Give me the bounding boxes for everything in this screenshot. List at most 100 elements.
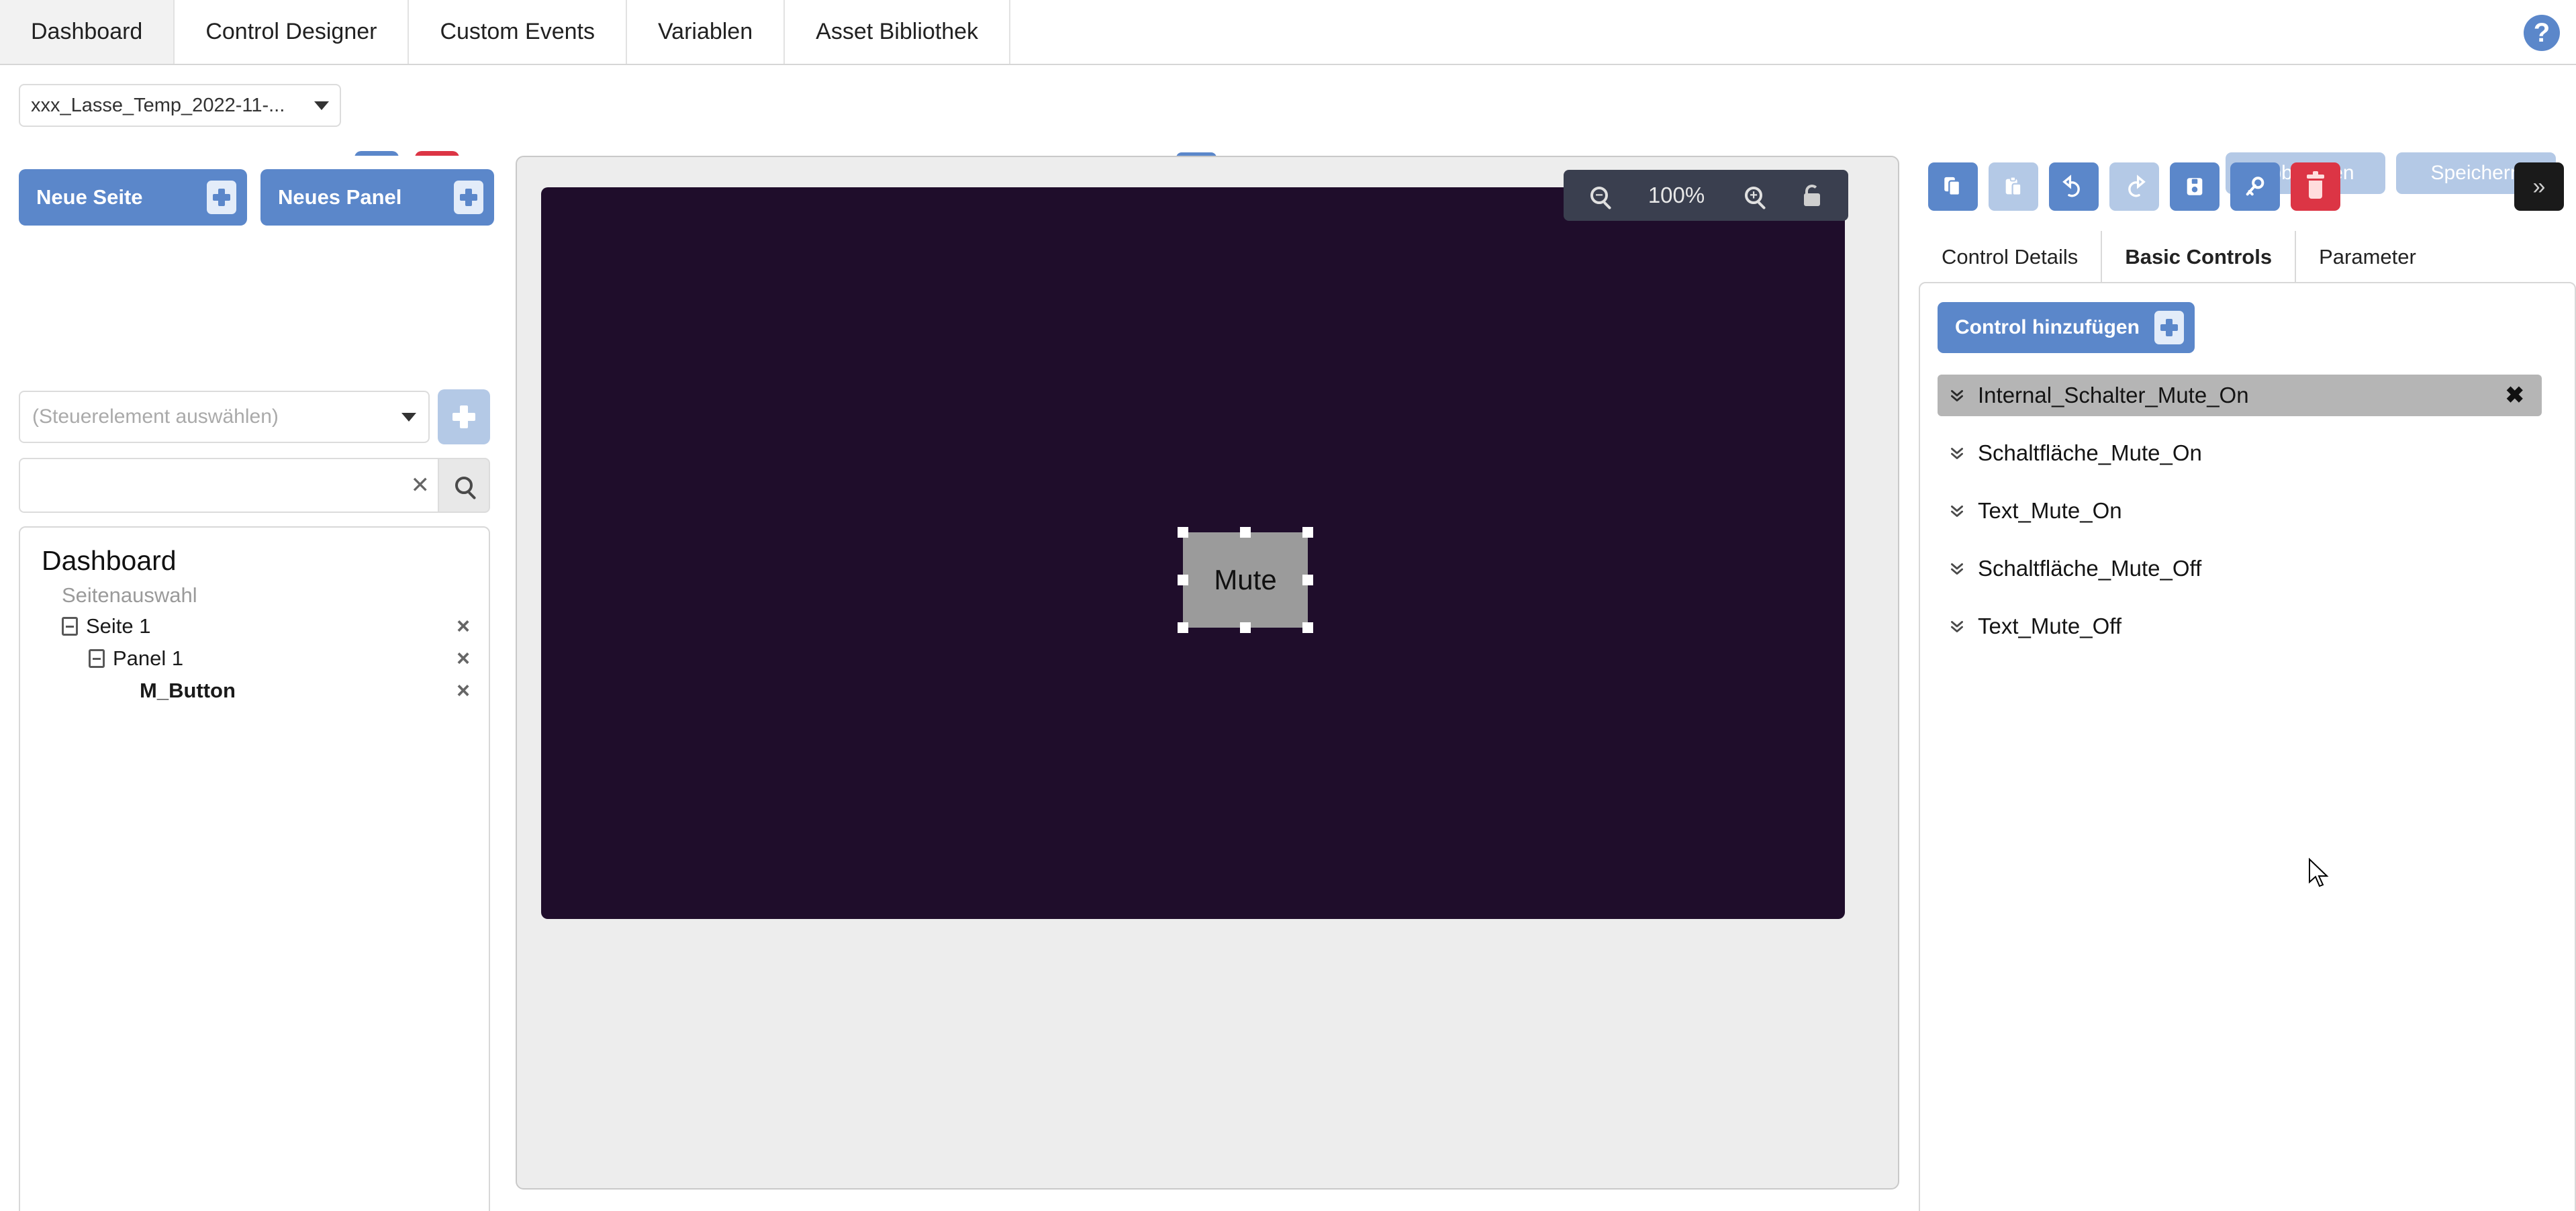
resize-handle-se[interactable] xyxy=(1302,622,1313,633)
unlock-icon[interactable] xyxy=(1803,185,1821,206)
action-bar: xxx_Lasse_Temp_2022-11-... Abbrechen Spe… xyxy=(0,66,2576,195)
collapse-icon[interactable] xyxy=(62,617,78,636)
plus-icon xyxy=(454,181,483,214)
collapse-icon[interactable] xyxy=(89,649,105,668)
list-item[interactable]: Internal_Schalter_Mute_On ✖ xyxy=(1938,375,2542,416)
plus-icon xyxy=(2154,311,2184,344)
chevron-double-down-icon xyxy=(1946,560,1968,577)
tab-control-details[interactable]: Control Details xyxy=(1919,231,2103,283)
control-select[interactable]: (Steuerelement auswählen) xyxy=(19,391,430,443)
resize-handle-sw[interactable] xyxy=(1178,622,1188,633)
tree-title: Dashboard xyxy=(42,545,177,576)
nav-tab-label: Asset Bibliothek xyxy=(816,19,979,44)
new-page-label: Neue Seite xyxy=(36,185,143,209)
save-control-button[interactable] xyxy=(2170,162,2220,211)
tab-label: Control Details xyxy=(1942,245,2079,269)
tab-basic-controls[interactable]: Basic Controls xyxy=(2102,231,2297,283)
design-canvas[interactable]: Mute xyxy=(541,187,1845,919)
tree-node-label: M_Button xyxy=(140,679,236,702)
control-list: Internal_Schalter_Mute_On ✖ Schaltfläche… xyxy=(1938,375,2542,663)
zoom-level-label: 100% xyxy=(1648,183,1705,207)
paste-icon xyxy=(2005,176,2022,196)
control-name: Text_Mute_Off xyxy=(1978,614,2122,638)
new-page-button[interactable]: Neue Seite xyxy=(19,169,247,226)
project-select[interactable]: xxx_Lasse_Temp_2022-11-... xyxy=(19,84,341,127)
nav-tab-label: Control Designer xyxy=(205,19,377,44)
resize-handle-s[interactable] xyxy=(1240,622,1251,633)
control-select-placeholder: (Steuerelement auswählen) xyxy=(32,405,279,428)
chevron-down-icon xyxy=(314,101,329,110)
trash-icon xyxy=(2305,171,2326,199)
nav-tab-label: Custom Events xyxy=(440,19,595,44)
tab-parameter[interactable]: Parameter xyxy=(2296,231,2439,283)
resize-handle-ne[interactable] xyxy=(1302,527,1313,538)
control-action-toolbar xyxy=(1928,162,2340,211)
chevron-double-down-icon xyxy=(1946,502,1968,520)
add-control-button[interactable] xyxy=(438,389,490,444)
tab-label: Parameter xyxy=(2319,245,2416,269)
nav-tab-dashboard[interactable]: Dashboard xyxy=(0,0,175,64)
add-control-button[interactable]: Control hinzufügen xyxy=(1938,302,2195,353)
control-name: Schaltfläche_Mute_Off xyxy=(1978,556,2202,581)
chevron-double-down-icon xyxy=(1946,618,1968,635)
paste-button[interactable] xyxy=(1989,162,2038,211)
chevron-double-down-icon xyxy=(1946,444,1968,462)
mute-control-label: Mute xyxy=(1214,564,1277,595)
tree-node-seite-1[interactable]: Seite 1 × xyxy=(20,610,489,642)
tab-label: Basic Controls xyxy=(2125,245,2273,269)
remove-control-icon[interactable]: ✖ xyxy=(2506,382,2525,409)
remove-node-icon[interactable]: × xyxy=(457,646,470,672)
control-name: Schaltfläche_Mute_On xyxy=(1978,440,2202,465)
list-item[interactable]: Schaltfläche_Mute_On xyxy=(1938,432,2542,474)
left-sidebar: Neue Seite Neues Panel (Steuerelement au… xyxy=(0,156,498,1211)
search-input[interactable] xyxy=(19,458,438,513)
tree-node-m-button[interactable]: M_Button × xyxy=(20,675,489,707)
new-panel-button[interactable]: Neues Panel xyxy=(260,169,494,226)
help-icon[interactable]: ? xyxy=(2524,15,2560,51)
right-sidebar: » Control Details Basic Controls Paramet… xyxy=(1915,156,2576,1211)
basic-controls-panel: Control hinzufügen Internal_Schalter_Mut… xyxy=(1919,282,2576,1211)
right-panel-tabs: Control Details Basic Controls Parameter xyxy=(1919,231,2576,283)
redo-icon xyxy=(2128,175,2146,197)
close-x-icon[interactable]: ✕ xyxy=(411,474,430,497)
zoom-out-icon[interactable]: − xyxy=(1590,187,1608,204)
canvas-stage: Mute xyxy=(516,156,1899,1190)
resize-handle-n[interactable] xyxy=(1240,527,1251,538)
remove-node-icon[interactable]: × xyxy=(457,614,470,640)
resize-handle-e[interactable] xyxy=(1302,575,1313,585)
control-name: Internal_Schalter_Mute_On xyxy=(1978,383,2249,407)
plus-icon xyxy=(207,181,236,214)
zoom-in-icon[interactable]: + xyxy=(1745,187,1763,204)
undo-button[interactable] xyxy=(2049,162,2099,211)
search-bar: ✕ xyxy=(19,458,490,513)
nav-tab-asset-bibliothek[interactable]: Asset Bibliothek xyxy=(785,0,1011,64)
redo-button[interactable] xyxy=(2109,162,2159,211)
help-glyph: ? xyxy=(2533,18,2550,48)
expand-panel-button[interactable]: » xyxy=(2514,162,2564,211)
search-icon[interactable] xyxy=(438,458,490,513)
top-navigation-bar: Dashboard Control Designer Custom Events… xyxy=(0,0,2576,65)
key-icon xyxy=(2246,177,2264,196)
nav-tab-control-designer[interactable]: Control Designer xyxy=(175,0,410,64)
tree-node-panel-1[interactable]: Panel 1 × xyxy=(20,642,489,675)
nav-tab-variablen[interactable]: Variablen xyxy=(627,0,785,64)
nav-tab-custom-events[interactable]: Custom Events xyxy=(409,0,627,64)
resize-handle-nw[interactable] xyxy=(1178,527,1188,538)
tree-subtitle: Seitenauswahl xyxy=(62,583,197,607)
resize-handle-w[interactable] xyxy=(1178,575,1188,585)
copy-icon xyxy=(1944,177,1961,196)
nav-tab-label: Variablen xyxy=(658,19,753,44)
list-item[interactable]: Text_Mute_On xyxy=(1938,490,2542,532)
delete-control-button[interactable] xyxy=(2291,162,2340,211)
plus-icon xyxy=(452,405,475,428)
page-tree: Dashboard Seitenauswahl Seite 1 × Panel … xyxy=(19,526,490,1211)
remove-node-icon[interactable]: × xyxy=(457,678,470,704)
copy-button[interactable] xyxy=(1928,162,1978,211)
list-item[interactable]: Schaltfläche_Mute_Off xyxy=(1938,548,2542,589)
mute-control[interactable]: Mute xyxy=(1183,532,1308,628)
list-item[interactable]: Text_Mute_Off xyxy=(1938,606,2542,647)
mouse-cursor xyxy=(2309,858,2329,887)
undo-icon xyxy=(2062,175,2080,197)
key-button[interactable] xyxy=(2230,162,2280,211)
save-icon xyxy=(2187,178,2203,195)
